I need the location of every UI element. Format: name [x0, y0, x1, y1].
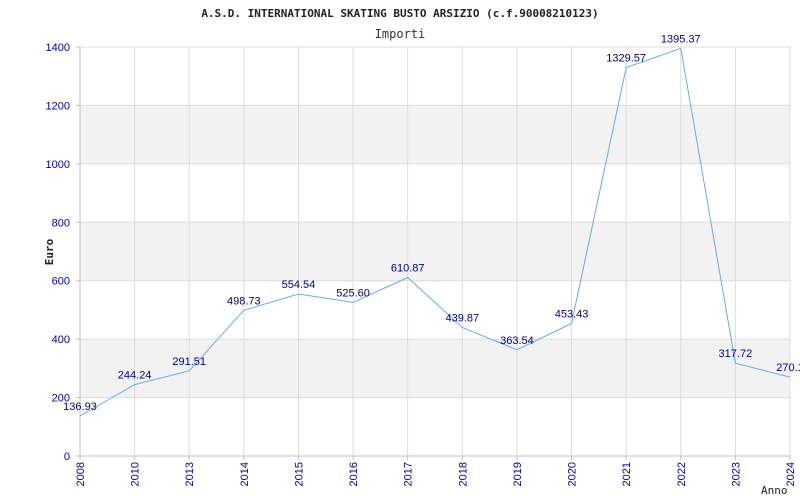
- chart-subtitle: Importi: [375, 27, 426, 41]
- x-tick-label: 2016: [348, 462, 360, 486]
- x-tick-label: 2010: [130, 462, 142, 486]
- x-tick-label: 2017: [403, 462, 415, 486]
- y-tick-label: 1000: [46, 159, 70, 171]
- x-tick-label: 2020: [567, 462, 579, 486]
- chart-title: A.S.D. INTERNATIONAL SKATING BUSTO ARSIZ…: [201, 7, 598, 20]
- data-label: 1395.37: [661, 33, 701, 45]
- data-label: 610.87: [391, 263, 425, 275]
- x-tick-label: 2018: [457, 462, 469, 486]
- x-tick-label: 2015: [293, 462, 305, 486]
- x-tick-label: 2019: [512, 462, 524, 486]
- background-bands: [80, 105, 790, 398]
- data-label: 136.93: [63, 401, 97, 413]
- x-tick-label: 2014: [239, 462, 251, 486]
- x-tick-label: 2013: [184, 462, 196, 486]
- x-tick-label: 2023: [730, 462, 742, 486]
- x-tick-label: 2024: [785, 462, 797, 486]
- data-label: 244.24: [118, 370, 152, 382]
- grid-band: [80, 222, 790, 281]
- x-tick-label: 2022: [676, 462, 688, 486]
- x-tick-label: 2021: [621, 462, 633, 486]
- data-label: 1329.57: [606, 53, 646, 65]
- x-tick-label: 2008: [75, 462, 87, 486]
- y-tick-label: 400: [52, 334, 70, 346]
- y-tick-label: 0: [64, 451, 70, 463]
- y-tick-label: 800: [52, 217, 70, 229]
- data-label: 363.54: [500, 335, 534, 347]
- y-axis-title: Euro: [43, 238, 56, 265]
- grid-band: [80, 105, 790, 164]
- x-axis-title: Anno: [761, 484, 788, 497]
- data-label: 498.73: [227, 295, 261, 307]
- x-tick-labels: 2008 2010 2013 2014 2015 2016 2017 2018 2019 2020…: [75, 462, 797, 486]
- data-label: 317.72: [719, 348, 753, 360]
- y-tick-label: 600: [52, 276, 70, 288]
- line-chart: 0200400600800100012001400 2008 2010 2013 20…: [43, 7, 800, 497]
- data-label: 439.87: [445, 312, 479, 324]
- data-label: 453.43: [555, 309, 589, 321]
- y-tick-label: 1400: [46, 42, 70, 54]
- grid-band: [80, 339, 790, 398]
- data-label: 291.51: [172, 356, 206, 368]
- y-tick-label: 1200: [46, 100, 70, 112]
- data-label: 525.60: [336, 287, 370, 299]
- data-label: 270.1: [776, 362, 800, 374]
- data-label: 554.54: [282, 279, 316, 291]
